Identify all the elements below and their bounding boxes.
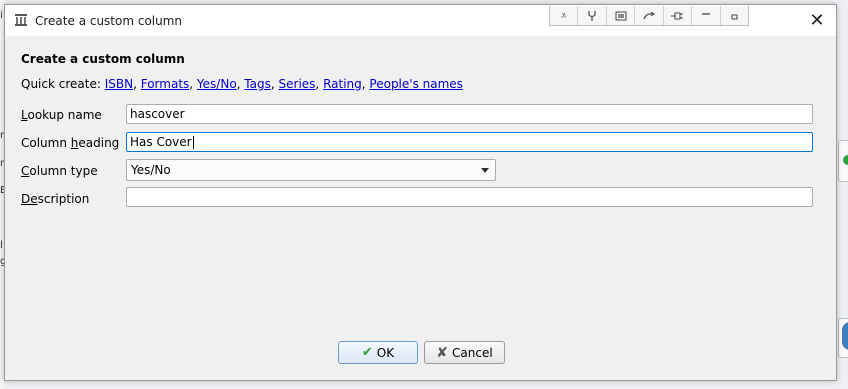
column-type-selected-value: Yes/No [131, 163, 171, 177]
calibre-library-icon [15, 14, 27, 26]
cancel-button[interactable]: ✘ Cancel [424, 341, 505, 364]
column-heading-value: Has Cover [130, 135, 192, 149]
column-heading-label: Column heading [21, 136, 120, 150]
dialog-heading: Create a custom column [21, 52, 185, 66]
description-input[interactable] [126, 187, 813, 207]
column-type-select[interactable]: Yes/No [126, 159, 496, 181]
column-heading-input[interactable]: Has Cover [126, 132, 813, 152]
title-bar[interactable]: Create a custom column ⩡ ✕ [5, 5, 836, 36]
cancel-button-label: Cancel [452, 345, 493, 360]
text-caret [192, 136, 194, 149]
screen-icon[interactable] [607, 6, 636, 25]
minimize-icon[interactable] [692, 6, 721, 25]
quick-create-tags-link[interactable]: Tags [244, 77, 271, 91]
quick-create-label: Quick create: [21, 77, 101, 91]
cross-icon: ✘ [436, 344, 449, 361]
ok-button[interactable]: ✔ OK [338, 341, 418, 364]
window-title: Create a custom column [35, 14, 183, 28]
lookup-name-input[interactable]: hascover [126, 104, 813, 124]
description-label: Description [21, 192, 90, 206]
quick-create-rating-link[interactable]: Rating [323, 77, 362, 91]
floating-toolbar: ⩡ [549, 6, 749, 26]
quick-create-formats-link[interactable]: Formats [141, 77, 190, 91]
undo-icon[interactable] [635, 6, 664, 25]
quick-create-isbn-link[interactable]: ISBN [105, 77, 133, 91]
restore-icon[interactable] [721, 6, 748, 25]
background-status-icon [843, 155, 848, 165]
create-custom-column-dialog: Create a custom column ⩡ ✕ Create a cust… [4, 4, 837, 381]
ok-button-label: OK [376, 345, 395, 360]
quick-create-peoples-names-link[interactable]: People's names [369, 77, 463, 91]
plug-icon[interactable] [664, 6, 693, 25]
scroll-down-icon[interactable]: ⩡ [550, 6, 579, 25]
quick-create-row: Quick create: ISBN, Formats, Yes/No, Tag… [21, 77, 463, 91]
close-button[interactable]: ✕ [806, 10, 828, 32]
column-type-label: Column type [21, 164, 98, 178]
quick-create-yesno-link[interactable]: Yes/No [197, 77, 237, 91]
lookup-name-label: Lookup name [21, 108, 102, 122]
wrench-icon[interactable] [578, 6, 607, 25]
quick-create-series-link[interactable]: Series [279, 77, 316, 91]
chevron-down-icon [481, 168, 489, 173]
checkmark-icon: ✔ [361, 345, 373, 360]
background-round-button[interactable] [842, 322, 848, 350]
